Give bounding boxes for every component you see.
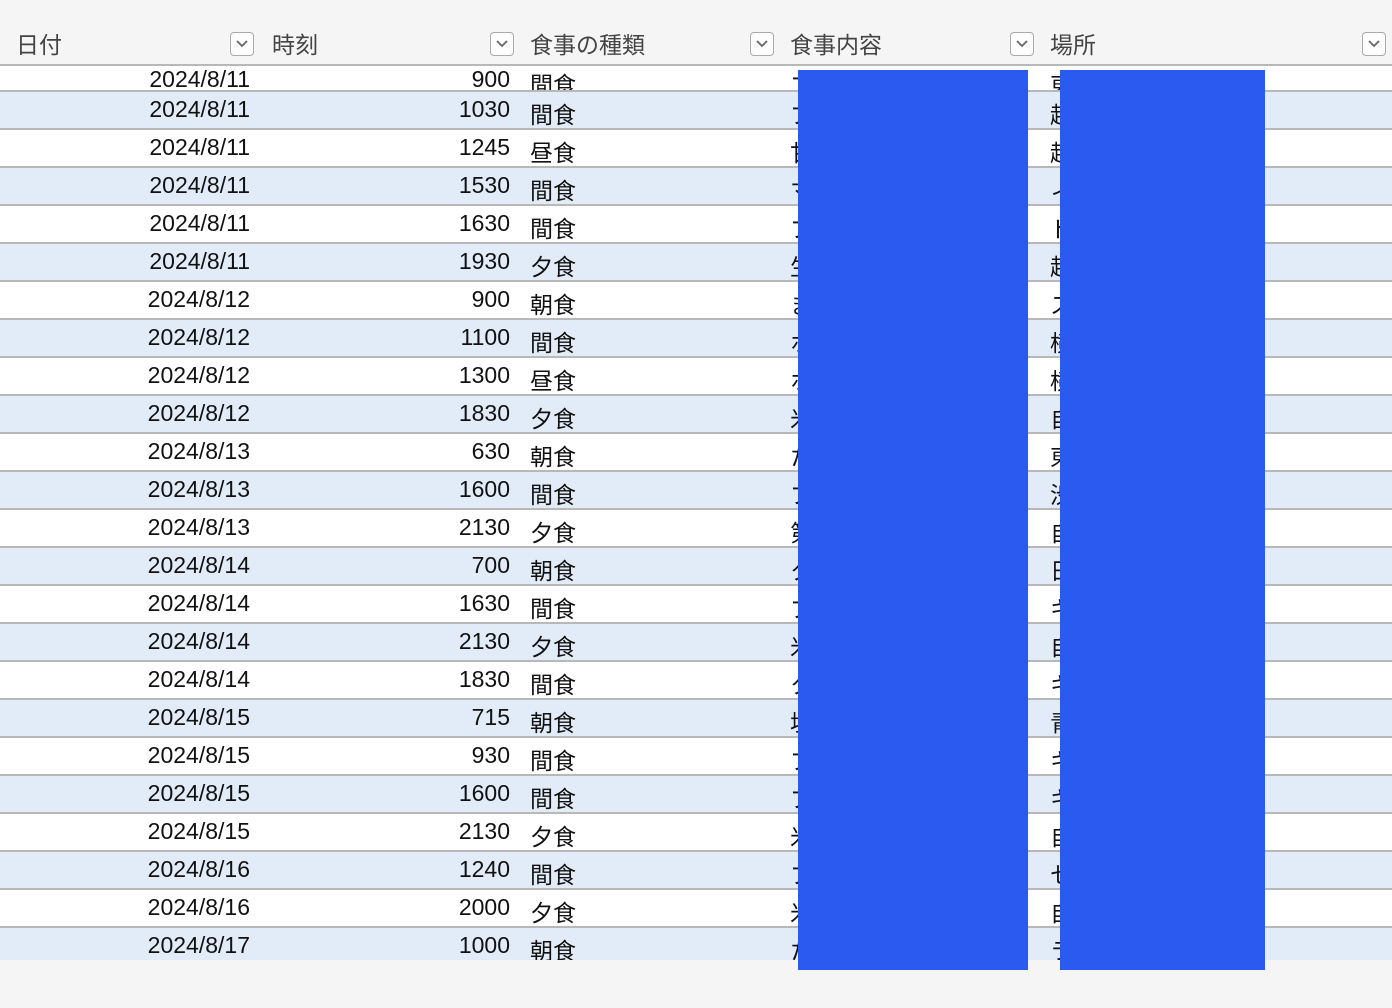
header-date-label: 日付 xyxy=(16,26,62,60)
cell-time[interactable]: 1100 xyxy=(260,320,520,356)
filter-button-date[interactable] xyxy=(230,32,254,56)
chevron-down-icon xyxy=(236,40,248,48)
header-time-label: 時刻 xyxy=(272,26,318,60)
cell-type[interactable]: 夕食 xyxy=(520,244,780,280)
cell-type[interactable]: 間食 xyxy=(520,168,780,204)
cell-date[interactable]: 2024/8/15 xyxy=(0,738,260,774)
header-food-label: 食事内容 xyxy=(790,26,882,60)
cell-date[interactable]: 2024/8/11 xyxy=(0,206,260,242)
cell-time[interactable]: 1000 xyxy=(260,928,520,960)
cell-type[interactable]: 間食 xyxy=(520,472,780,508)
cell-date[interactable]: 2024/8/11 xyxy=(0,92,260,128)
cell-type[interactable]: 間食 xyxy=(520,92,780,128)
cell-time[interactable]: 1630 xyxy=(260,206,520,242)
cell-date[interactable]: 2024/8/14 xyxy=(0,624,260,660)
cell-type[interactable]: 朝食 xyxy=(520,928,780,960)
cell-type[interactable]: 間食 xyxy=(520,852,780,888)
spreadsheet: 日付 時刻 食事の種類 食事内容 場所 xyxy=(0,0,1392,1008)
cell-date[interactable]: 2024/8/16 xyxy=(0,852,260,888)
header-date: 日付 xyxy=(0,22,260,64)
header-type-label: 食事の種類 xyxy=(530,26,645,60)
filter-button-type[interactable] xyxy=(750,32,774,56)
cell-time[interactable]: 1240 xyxy=(260,852,520,888)
header-place-label: 場所 xyxy=(1050,26,1096,60)
cell-time[interactable]: 1830 xyxy=(260,662,520,698)
cell-time[interactable]: 1300 xyxy=(260,358,520,394)
cell-time[interactable]: 700 xyxy=(260,548,520,584)
header-place: 場所 xyxy=(1040,22,1392,64)
cell-date[interactable]: 2024/8/11 xyxy=(0,62,260,90)
cell-type[interactable]: 夕食 xyxy=(520,396,780,432)
cell-time[interactable]: 1600 xyxy=(260,776,520,812)
cell-time[interactable]: 2130 xyxy=(260,510,520,546)
cell-date[interactable]: 2024/8/12 xyxy=(0,358,260,394)
redaction-block xyxy=(1060,70,1265,970)
cell-time[interactable]: 1830 xyxy=(260,396,520,432)
cell-time[interactable]: 715 xyxy=(260,700,520,736)
cell-type[interactable]: 夕食 xyxy=(520,814,780,850)
cell-type[interactable]: 朝食 xyxy=(520,282,780,318)
cell-date[interactable]: 2024/8/11 xyxy=(0,244,260,280)
cell-time[interactable]: 1030 xyxy=(260,92,520,128)
cell-type[interactable]: 間食 xyxy=(520,738,780,774)
cell-time[interactable]: 2130 xyxy=(260,624,520,660)
cell-type[interactable]: 間食 xyxy=(520,206,780,242)
filter-button-food[interactable] xyxy=(1010,32,1034,56)
cell-type[interactable]: 間食 xyxy=(520,62,780,90)
cell-time[interactable]: 2130 xyxy=(260,814,520,850)
cell-date[interactable]: 2024/8/15 xyxy=(0,814,260,850)
cell-date[interactable]: 2024/8/12 xyxy=(0,396,260,432)
cell-date[interactable]: 2024/8/11 xyxy=(0,168,260,204)
cell-date[interactable]: 2024/8/16 xyxy=(0,890,260,926)
cell-time[interactable]: 1245 xyxy=(260,130,520,166)
cell-type[interactable]: 夕食 xyxy=(520,510,780,546)
cell-time[interactable]: 630 xyxy=(260,434,520,470)
cell-time[interactable]: 1530 xyxy=(260,168,520,204)
filter-button-time[interactable] xyxy=(490,32,514,56)
chevron-down-icon xyxy=(1016,40,1028,48)
cell-type[interactable]: 昼食 xyxy=(520,130,780,166)
redaction-block xyxy=(798,70,1028,970)
header-time: 時刻 xyxy=(260,22,520,64)
cell-date[interactable]: 2024/8/11 xyxy=(0,130,260,166)
cell-type[interactable]: 間食 xyxy=(520,320,780,356)
cell-time[interactable]: 930 xyxy=(260,738,520,774)
cell-type[interactable]: 間食 xyxy=(520,586,780,622)
cell-type[interactable]: 間食 xyxy=(520,662,780,698)
cell-time[interactable]: 2000 xyxy=(260,890,520,926)
header-food: 食事内容 xyxy=(780,22,1040,64)
cell-type[interactable]: 間食 xyxy=(520,776,780,812)
cell-time[interactable]: 900 xyxy=(260,282,520,318)
cell-date[interactable]: 2024/8/14 xyxy=(0,586,260,622)
cell-type[interactable]: 夕食 xyxy=(520,890,780,926)
cell-date[interactable]: 2024/8/12 xyxy=(0,282,260,318)
cell-time[interactable]: 1930 xyxy=(260,244,520,280)
cell-date[interactable]: 2024/8/17 xyxy=(0,928,260,960)
cell-time[interactable]: 1600 xyxy=(260,472,520,508)
chevron-down-icon xyxy=(496,40,508,48)
cell-type[interactable]: 朝食 xyxy=(520,434,780,470)
cell-date[interactable]: 2024/8/15 xyxy=(0,776,260,812)
filter-button-place[interactable] xyxy=(1362,32,1386,56)
table-header-row: 日付 時刻 食事の種類 食事内容 場所 xyxy=(0,22,1392,66)
cell-date[interactable]: 2024/8/12 xyxy=(0,320,260,356)
cell-date[interactable]: 2024/8/13 xyxy=(0,472,260,508)
cell-type[interactable]: 夕食 xyxy=(520,624,780,660)
cell-date[interactable]: 2024/8/15 xyxy=(0,700,260,736)
chevron-down-icon xyxy=(1368,40,1380,48)
cell-type[interactable]: 朝食 xyxy=(520,700,780,736)
cell-date[interactable]: 2024/8/14 xyxy=(0,662,260,698)
cell-time[interactable]: 1630 xyxy=(260,586,520,622)
chevron-down-icon xyxy=(756,40,768,48)
cell-date[interactable]: 2024/8/13 xyxy=(0,510,260,546)
cell-date[interactable]: 2024/8/14 xyxy=(0,548,260,584)
cell-date[interactable]: 2024/8/13 xyxy=(0,434,260,470)
cell-type[interactable]: 朝食 xyxy=(520,548,780,584)
header-type: 食事の種類 xyxy=(520,22,780,64)
cell-type[interactable]: 昼食 xyxy=(520,358,780,394)
cell-time[interactable]: 900 xyxy=(260,62,520,90)
